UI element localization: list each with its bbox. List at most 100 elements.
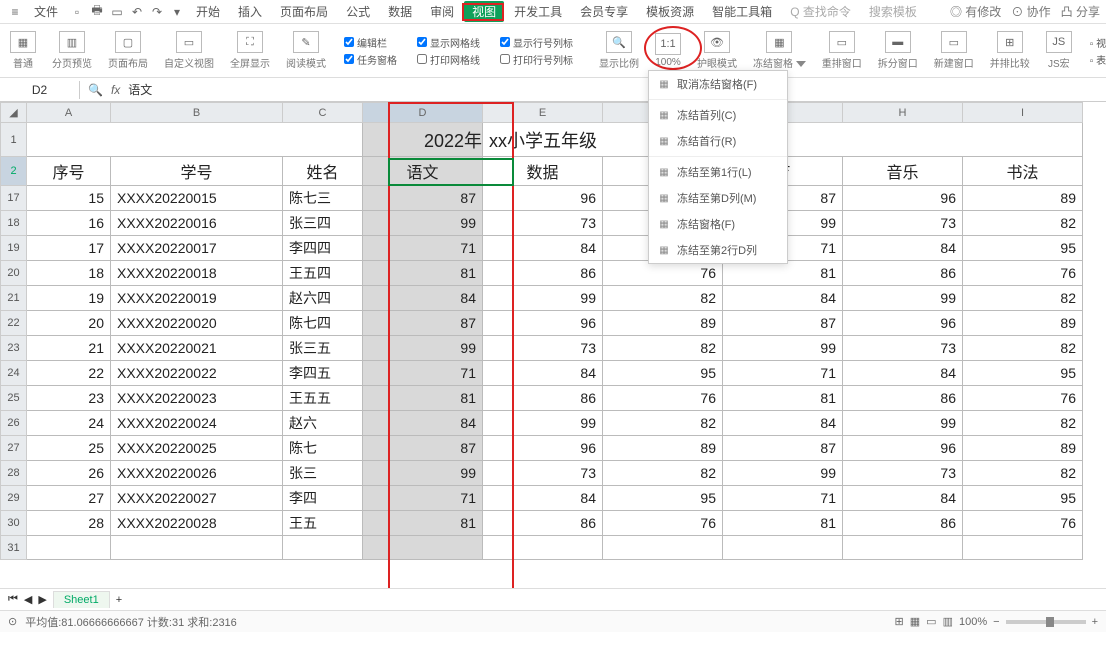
cell-r21-c0[interactable]: 19 [27,286,111,311]
qat-preview-icon[interactable]: ▭ [108,3,126,21]
qat-undo-icon[interactable]: ↶ [128,3,146,21]
sheet-nav-next-icon[interactable]: ▶ [38,593,46,606]
dropdown-item-6[interactable]: ▦冻结至第2行D列 [649,237,787,263]
cell-r30-c0[interactable]: 28 [27,511,111,536]
menu-unsaved[interactable]: ◎ 有修改 [950,3,1001,20]
cell-r24-c7[interactable]: 84 [843,361,963,386]
cell-r30-c4[interactable]: 86 [483,511,603,536]
cell-r18-c7[interactable]: 73 [843,211,963,236]
cell-r25-c0[interactable]: 23 [27,386,111,411]
cell-r25-c3[interactable]: 81 [363,386,483,411]
cell-r23-c6[interactable]: 99 [723,336,843,361]
ribbon-新建窗口[interactable]: ▭新建窗口 [930,31,978,70]
cell-r19-c3[interactable]: 71 [363,236,483,261]
cell-r30-c5[interactable]: 76 [603,511,723,536]
col-header-B[interactable]: B [111,103,283,123]
cell-r22-c6[interactable]: 87 [723,311,843,336]
col-header-A[interactable]: A [27,103,111,123]
cell-r29-c0[interactable]: 27 [27,486,111,511]
cell-r27-c7[interactable]: 96 [843,436,963,461]
cell-r17-c3[interactable]: 87 [363,186,483,211]
header-3[interactable]: 语文 [363,157,483,186]
cell-r28-c5[interactable]: 82 [603,461,723,486]
cell-r26-c5[interactable]: 82 [603,411,723,436]
cell-r24-c5[interactable]: 95 [603,361,723,386]
cell-r24-c3[interactable]: 71 [363,361,483,386]
qat-save-icon[interactable]: ▫ [68,3,86,21]
cell-r26-c0[interactable]: 24 [27,411,111,436]
cell-r25-c1[interactable]: XXXX20220023 [111,386,283,411]
cell-r31-c2[interactable] [283,536,363,560]
row-header-25[interactable]: 25 [1,386,27,411]
cell-r19-c4[interactable]: 84 [483,236,603,261]
cell-r29-c5[interactable]: 95 [603,486,723,511]
cell-r27-c6[interactable]: 87 [723,436,843,461]
cell-r18-c8[interactable]: 82 [963,211,1083,236]
ribbon-check-打印网格线[interactable]: 打印网格线 [417,52,480,67]
zoom-out-icon[interactable]: − [993,616,999,628]
zoom-slider[interactable] [1006,620,1086,624]
ribbon-重排窗口[interactable]: ▭重排窗口 [818,31,866,70]
ribbon-页面布局[interactable]: ▢页面布局 [104,31,152,70]
cell-r25-c4[interactable]: 86 [483,386,603,411]
menu-hamburger-icon[interactable]: ≡ [6,3,24,21]
row-header-22[interactable]: 22 [1,311,27,336]
cell-r23-c3[interactable]: 99 [363,336,483,361]
cell-r24-c8[interactable]: 95 [963,361,1083,386]
cell-r28-c3[interactable]: 99 [363,461,483,486]
row-header-28[interactable]: 28 [1,461,27,486]
menu-start[interactable]: 开始 [188,1,228,22]
cell-r30-c8[interactable]: 76 [963,511,1083,536]
select-all[interactable]: ◢ [1,103,27,123]
cell-r17-c7[interactable]: 96 [843,186,963,211]
cell-r26-c6[interactable]: 84 [723,411,843,436]
cell-r21-c1[interactable]: XXXX20220019 [111,286,283,311]
cell-r31-c7[interactable] [843,536,963,560]
cell-r24-c4[interactable]: 84 [483,361,603,386]
ribbon-普通[interactable]: ▦普通 [6,31,40,70]
title-d[interactable]: 2022年 [363,123,483,157]
cell-r31-c3[interactable] [363,536,483,560]
ribbon-护眼模式[interactable]: 👁护眼模式 [693,31,741,70]
cell-r23-c8[interactable]: 82 [963,336,1083,361]
fx-icon[interactable]: fx [111,83,120,97]
cell-r20-c7[interactable]: 86 [843,261,963,286]
ribbon-100%[interactable]: 1:1100% [651,33,685,68]
menu-vip[interactable]: 会员专享 [572,1,636,22]
qat-print-icon[interactable]: 🖶 [88,3,106,21]
header-7[interactable]: 音乐 [843,157,963,186]
header-4[interactable]: 数据 [483,157,603,186]
header-0[interactable]: 序号 [27,157,111,186]
zoom-value[interactable]: 100% [959,616,987,628]
cell-r28-c7[interactable]: 73 [843,461,963,486]
col-header-H[interactable]: H [843,103,963,123]
row-header-27[interactable]: 27 [1,436,27,461]
cell-r23-c2[interactable]: 张三五 [283,336,363,361]
cell-r27-c2[interactable]: 陈七 [283,436,363,461]
ribbon-check-显示网格线[interactable]: 显示网格线 [417,35,480,50]
dropdown-item-2[interactable]: ▦冻结首行(R) [649,128,787,154]
cell-r22-c4[interactable]: 96 [483,311,603,336]
cell-r20-c3[interactable]: 81 [363,261,483,286]
cell-r26-c2[interactable]: 赵六 [283,411,363,436]
col-header-C[interactable]: C [283,103,363,123]
cell-r28-c2[interactable]: 张三 [283,461,363,486]
cell-r20-c6[interactable]: 81 [723,261,843,286]
search-icon[interactable]: 🔍 [88,83,103,97]
cell-r19-c7[interactable]: 84 [843,236,963,261]
menu-layout[interactable]: 页面布局 [272,1,336,22]
dropdown-item-1[interactable]: ▦冻结首列(C) [649,102,787,128]
cell-r30-c6[interactable]: 81 [723,511,843,536]
ribbon-side-表格优化[interactable]: ▫ 表格优化 [1090,52,1106,67]
ribbon-side-视觉效果[interactable]: ▫ 视觉效果 [1090,35,1106,50]
cell-r28-c8[interactable]: 82 [963,461,1083,486]
cell-r26-c3[interactable]: 84 [363,411,483,436]
cell-r22-c3[interactable]: 87 [363,311,483,336]
cell-r27-c0[interactable]: 25 [27,436,111,461]
dropdown-item-3[interactable]: ▦冻结至第1行(L) [649,159,787,185]
cell-r17-c2[interactable]: 陈七三 [283,186,363,211]
cell-r20-c8[interactable]: 76 [963,261,1083,286]
ribbon-check-任务窗格[interactable]: 任务窗格 [344,52,397,67]
cell-r28-c6[interactable]: 99 [723,461,843,486]
cell-r31-c8[interactable] [963,536,1083,560]
